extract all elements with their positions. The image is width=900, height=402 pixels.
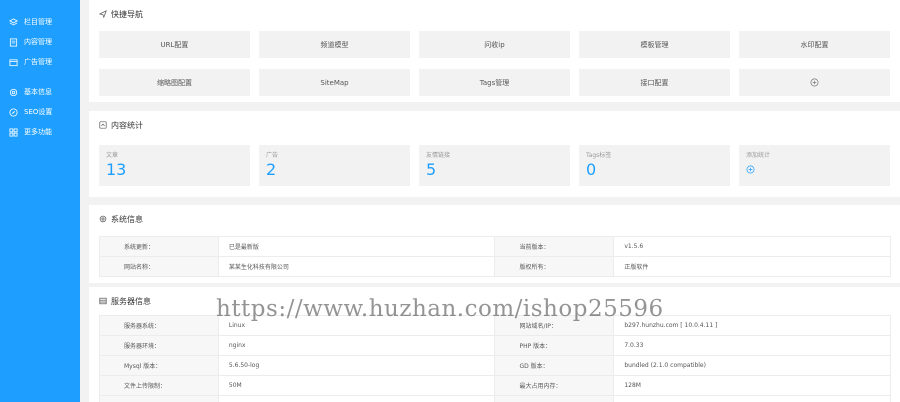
table-row: POST限制：50M最大执行时间：300s [99,395,891,402]
stat-value: 5 [426,160,437,179]
sidebar-item-label: 内容管理 [24,38,52,46]
info-key: Mysql 版本： [99,355,219,376]
sidebar-item[interactable]: 栏目管理 [0,12,80,32]
info-key: 最大占用内存： [494,375,615,396]
sidebar-item-label: 基本信息 [24,88,52,96]
plus-circle-icon [810,78,819,87]
quick-nav-button[interactable]: 模板管理 [579,31,730,58]
stat-box[interactable]: 友情链接 5 [419,145,570,186]
add-stat-label: 添加统计 [746,152,771,159]
server-info-title-text: 服务器信息 [111,296,151,306]
sidebar-item[interactable]: 内容管理 [0,32,80,52]
stat-box[interactable]: Tags标签 0 [579,145,730,186]
chart-icon [99,121,107,129]
paper-plane-icon [99,10,107,18]
gear-icon [9,88,18,97]
info-value: 50M [217,395,496,402]
ad-icon [9,58,18,67]
stat-label: 广告 [266,152,279,159]
info-value: nginx [217,335,496,356]
quick-nav-grid: URL配置 频道模型 问收ip 模板管理 水印配置缩略图配置 SiteMap Tags管理接… [99,31,890,96]
info-key: POST限制： [99,395,219,402]
quick-nav-card: 快捷导航 URL配置 频道模型 问收ip 模板管理 水印配置缩略图配置 SiteMap Ta… [89,0,900,102]
sidebar: 栏目管理内容管理广告管理基本信息 SEO设置更多功能 [0,0,80,402]
info-key: PHP 版本： [494,335,615,356]
quick-nav-button[interactable]: 水印配置 [739,31,890,58]
stats-title-text: 内容统计 [111,120,143,130]
quick-nav-button[interactable]: 接口配置 [579,69,730,96]
quick-nav-title-text: 快捷导航 [111,9,143,19]
plus-circle-icon [746,165,755,174]
table-row: 文件上传限制： 50M 最大占用内存： 128M [99,375,891,396]
stat-value: 2 [266,160,277,179]
system-info-title-text: 系统信息 [111,214,143,224]
sidebar-group: 栏目管理内容管理广告管理 [0,12,80,72]
info-value: 5.6.50-log [217,355,496,376]
stats-grid: 文章 13 广告 2 友情链接 5 Tags标签 0 添加统计 [99,145,890,186]
quick-nav-title: 快捷导航 [89,0,900,28]
table-row: 系统更新： 已是最新版 当前版本： v1.5.6 [99,236,891,257]
file-icon [9,37,18,47]
info-value: v1.5.6 [613,236,891,257]
gear-icon [99,215,107,223]
stat-box[interactable]: 广告 2 [259,145,410,186]
sidebar-item[interactable]: SEO设置 [0,102,80,122]
quick-nav-button[interactable]: SiteMap [259,69,410,96]
sidebar-item-label: 栏目管理 [24,18,52,26]
server-icon [99,297,107,305]
sidebar-item[interactable]: 基本信息 [0,82,80,102]
table-row: Mysql 版本： 5.6.50-log GD 版本： bundled (2.1.0 … [99,355,891,376]
info-key: 服务器系统： [99,315,219,336]
stat-box[interactable]: 文章 13 [99,145,250,186]
add-quick-nav-button[interactable] [739,69,890,96]
info-key: 版权所有： [494,256,615,277]
info-key: 文件上传限制： [99,375,219,396]
table-row: 服务器环境： nginx PHP 版本： 7.0.33 [99,335,891,356]
server-info-table: 服务器系统： Linux 网站域名/IP： b297.hunzhu.com [ 10.… [99,315,891,402]
sidebar-item-label: 广告管理 [24,58,52,66]
stat-value: 13 [106,160,127,179]
watermark-text: https://www.huzhan.com/ishop25596 [216,296,664,322]
quick-nav-button[interactable]: 问收ip [419,31,570,58]
info-value: bundled (2.1.0 compatible) [613,355,891,376]
system-info-table: 系统更新： 已是最新版 当前版本： v1.5.6 网站名称： 某某生化科技有限公司 版权所有… [99,236,891,277]
info-key: 系统更新： [99,236,219,257]
info-key: 网站名称： [99,256,219,277]
system-info-card: 系统信息 系统更新： 已是最新版 当前版本： v1.5.6 网站名称： 某某生化科技有限公… [89,205,900,283]
quick-nav-button[interactable]: 频道模型 [259,31,410,58]
sidebar-item[interactable]: 更多功能 [0,122,80,142]
sidebar-item[interactable]: 广告管理 [0,52,80,72]
info-value: 正版软件 [613,256,891,277]
layers-icon [9,17,18,27]
grid-icon [9,127,18,137]
compass-icon [9,107,18,117]
stat-value: 0 [586,160,597,179]
info-value: 128M [613,375,891,396]
table-row: 网站名称： 某某生化科技有限公司 版权所有： 正版软件 [99,256,891,277]
info-key: GD 版本： [494,355,615,376]
sidebar-group: 基本信息 SEO设置更多功能 [0,82,80,142]
info-value: 300s [613,395,891,402]
system-info-title: 系统信息 [89,205,900,233]
stat-label: 文章 [106,152,119,159]
sidebar-item-label: SEO设置 [24,108,53,116]
info-key: 服务器环境： [99,335,219,356]
stat-label: Tags标签 [586,152,612,159]
stat-label: 友情链接 [426,152,451,159]
info-value: 7.0.33 [613,335,891,356]
info-value: 50M [217,375,496,396]
quick-nav-button[interactable]: 缩略图配置 [99,69,250,96]
info-value: 某某生化科技有限公司 [217,256,496,277]
info-key: 最大执行时间： [494,395,615,402]
quick-nav-button[interactable]: Tags管理 [419,69,570,96]
info-value: 已是最新版 [217,236,496,257]
sidebar-item-label: 更多功能 [24,128,52,136]
quick-nav-button[interactable]: URL配置 [99,31,250,58]
add-stat-box[interactable]: 添加统计 [739,145,890,186]
stats-card: 内容统计 文章 13 广告 2 友情链接 5 Tags标签 0 添加统计 [89,111,900,197]
info-key: 当前版本： [494,236,615,257]
stats-title: 内容统计 [89,111,900,139]
main-content: 快捷导航 URL配置 频道模型 问收ip 模板管理 水印配置缩略图配置 SiteMap Ta… [89,0,900,402]
